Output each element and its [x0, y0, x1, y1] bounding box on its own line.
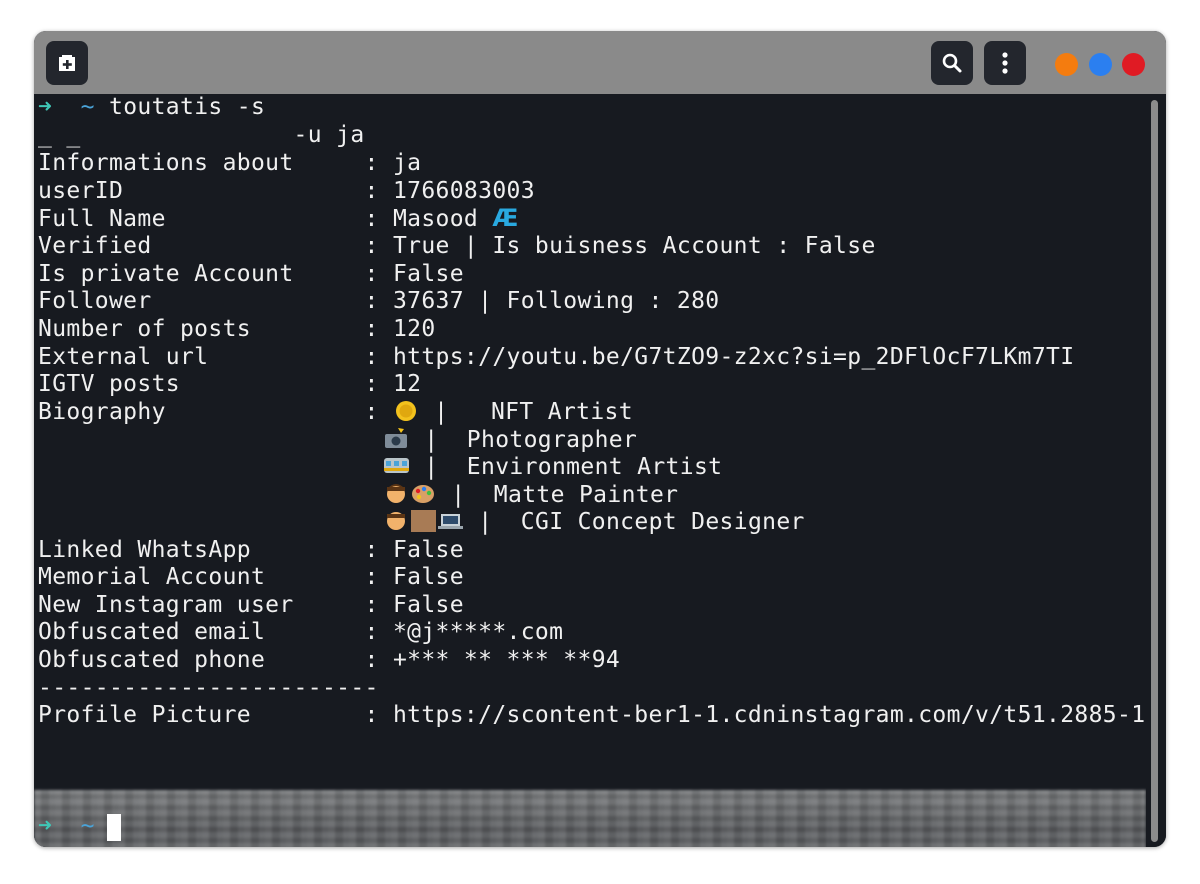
field-label: Obfuscated phone: [38, 647, 365, 673]
field-label: Number of posts: [38, 316, 365, 342]
new-tab-icon: [59, 55, 75, 71]
field-label: Is private Account: [38, 261, 365, 287]
field-label: Follower: [38, 288, 365, 314]
kebab-menu-icon: [1002, 52, 1008, 74]
field-label: Biography: [38, 399, 365, 425]
terminal-output[interactable]: ➜ ~ toutatis -s _ _ -u ja Informations a…: [34, 94, 1166, 847]
field-label: Linked WhatsApp: [38, 537, 365, 563]
field-value: : 37637 | Following : 280: [364, 288, 720, 314]
laptop-icon: [438, 514, 463, 529]
field-value: : +*** ** *** **94: [364, 647, 621, 673]
field-label: Informations about: [38, 150, 365, 176]
field-value: : 120: [364, 316, 436, 342]
field-posts: Number of posts : 120: [38, 316, 436, 343]
field-label: New Instagram user: [38, 592, 365, 618]
field-value: : False: [364, 261, 464, 287]
output-line: _ _ -u ja: [38, 122, 365, 148]
field-email: Obfuscated email : *@j*****.com: [38, 619, 563, 646]
maximize-button[interactable]: [1089, 53, 1112, 76]
field-fullname: Full Name : Masood Æ: [38, 204, 518, 233]
field-biography: Biography : | NFT Artist: [38, 399, 633, 426]
search-button[interactable]: [931, 41, 973, 85]
text-cursor: [107, 814, 121, 841]
bio-separator: |: [419, 399, 491, 425]
field-new-user: New Instagram user : False: [38, 592, 464, 619]
man-icon: [387, 484, 405, 503]
field-value: : Masood: [364, 206, 493, 232]
close-button[interactable]: [1122, 53, 1145, 76]
bio-separator: |: [437, 482, 494, 508]
bio-line: | Photographer: [383, 427, 637, 454]
bio-line: | Matte Painter: [383, 482, 678, 509]
bio-line: | Environment Artist: [383, 454, 722, 481]
tram-icon: [384, 458, 409, 473]
prompt-dir: ~: [80, 813, 95, 839]
prompt-dir: ~: [80, 94, 95, 120]
brown-square-icon: [411, 510, 436, 532]
field-follower: Follower : 37637 | Following : 280: [38, 288, 719, 315]
search-icon: [942, 53, 962, 73]
field-label: External url: [38, 344, 365, 370]
field-value: : 12: [364, 371, 422, 397]
field-label: Full Name: [38, 206, 365, 232]
coin-icon: [395, 401, 416, 421]
field-memorial: Memorial Account : False: [38, 564, 464, 591]
camera-flash-icon: [385, 428, 407, 448]
bio-separator: |: [464, 509, 521, 535]
field-verified: Verified : True | Is buisness Account : …: [38, 233, 876, 260]
field-value: : ja: [364, 150, 422, 176]
field-label: Verified: [38, 233, 365, 259]
field-value: : https://scontent-ber1-1.cdninstagram.c…: [364, 702, 1166, 728]
minimize-button[interactable]: [1055, 53, 1078, 76]
field-value: : *@j*****.com: [364, 619, 564, 645]
prompt-line: ➜ ~: [38, 813, 95, 840]
field-phone: Obfuscated phone : +*** ** *** **94: [38, 647, 620, 674]
prompt-arrow-icon: ➜: [38, 94, 53, 120]
menu-button[interactable]: [984, 41, 1026, 85]
man-icon: [387, 512, 405, 530]
field-value: : False: [364, 564, 464, 590]
field-value: :: [364, 399, 393, 425]
bio-line: | CGI Concept Designer: [383, 509, 805, 536]
title-bar: [34, 31, 1166, 94]
field-value: : 1766083003: [364, 178, 535, 204]
field-label: Memorial Account: [38, 564, 365, 590]
field-value: : https://youtu.be/G7tZO9-z2xc?si=p_2DFl…: [364, 344, 1075, 370]
scrollbar-thumb[interactable]: [1151, 100, 1158, 842]
bio-text: NFT Artist: [490, 399, 633, 425]
bio-separator: |: [410, 454, 467, 480]
field-label: Profile Picture: [38, 702, 365, 728]
field-label: Obfuscated email: [38, 619, 365, 645]
bio-separator: |: [410, 427, 467, 453]
prompt-arrow-icon: ➜: [38, 813, 53, 839]
field-external-url: External url : https://youtu.be/G7tZO9-z…: [38, 344, 1074, 371]
terminal-window: ➜ ~ toutatis -s _ _ -u ja Informations a…: [34, 31, 1166, 847]
field-value: : False: [364, 592, 464, 618]
field-label: IGTV posts: [38, 371, 365, 397]
field-profile-picture: Profile Picture : https://scontent-ber1-…: [38, 702, 1166, 729]
redacted-blur-region: [34, 790, 1146, 847]
bio-text: Environment Artist: [466, 454, 723, 480]
field-value: : False: [364, 537, 464, 563]
prompt-line: ➜ ~ toutatis -s: [38, 94, 265, 121]
field-private: Is private Account : False: [38, 261, 464, 288]
field-igtv: IGTV posts : 12: [38, 371, 421, 398]
field-whatsapp: Linked WhatsApp : False: [38, 537, 464, 564]
field-value: : True | Is buisness Account : False: [364, 233, 876, 259]
palette-icon: [412, 485, 434, 503]
bio-text: Matte Painter: [493, 482, 679, 508]
command-text: toutatis -s: [109, 94, 266, 120]
separator-line: ------------------------: [38, 675, 379, 701]
new-tab-button[interactable]: [46, 41, 88, 85]
bio-text: CGI Concept Designer: [520, 509, 805, 535]
bio-text: Photographer: [466, 427, 638, 453]
ae-logo: Æ: [492, 204, 518, 232]
field-userid: userID : 1766083003: [38, 178, 535, 205]
field-label: userID: [38, 178, 365, 204]
field-informations: Informations about : ja: [38, 150, 421, 177]
scrollbar[interactable]: [1146, 94, 1166, 847]
